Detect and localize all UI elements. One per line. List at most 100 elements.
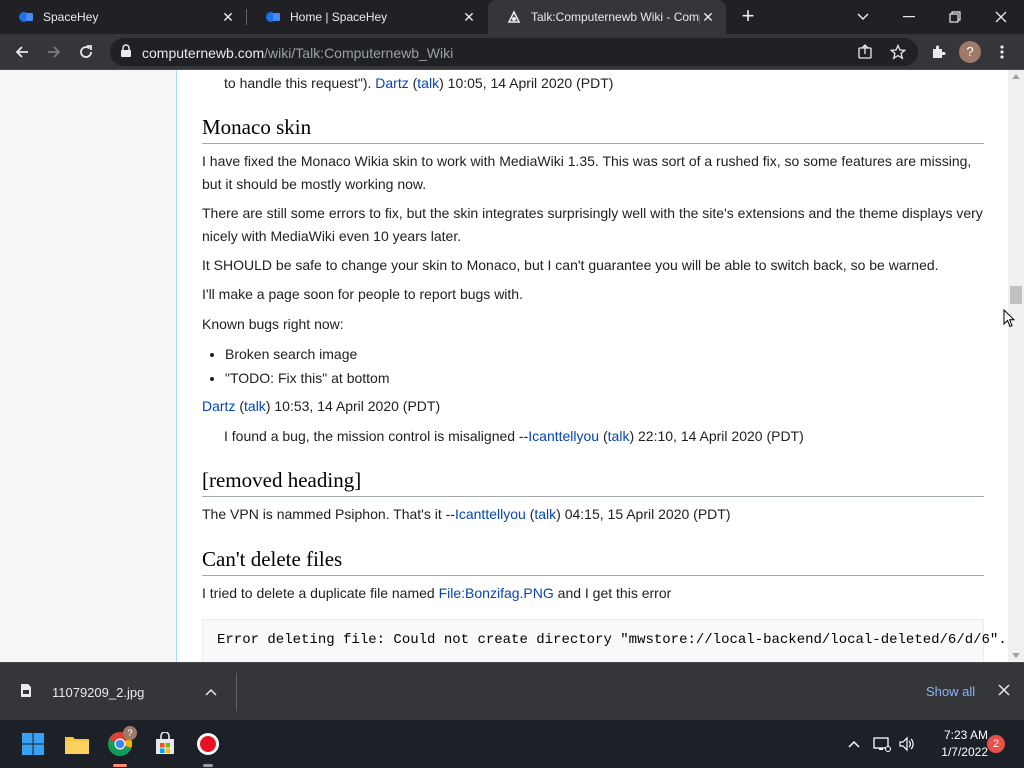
- spacehey-favicon-icon: [18, 9, 34, 25]
- paragraph: Known bugs right now:: [202, 316, 344, 332]
- paragraph-line: There are still some errors to fix, but …: [202, 205, 983, 221]
- timestamp: 10:53, 14 April 2020 (PDT): [274, 398, 441, 414]
- share-icon[interactable]: [857, 44, 873, 60]
- active-app-indicator: [113, 764, 127, 767]
- list-item: Broken search image: [225, 342, 390, 366]
- comment: The VPN is nammed Psiphon. That's it --I…: [202, 506, 731, 522]
- clock-date: 1/7/2022: [941, 745, 988, 759]
- microsoft-store-icon[interactable]: [151, 730, 179, 758]
- paragraph-text: I tried to delete a duplicate file named: [202, 585, 435, 601]
- scroll-down-arrow-icon[interactable]: [1012, 653, 1020, 658]
- known-bugs-list: Broken search image "TODO: Fix this" at …: [225, 342, 390, 390]
- windows-start-icon[interactable]: [19, 730, 47, 758]
- mouse-cursor-icon: [1003, 308, 1016, 333]
- reload-button[interactable]: [72, 38, 100, 66]
- tab-home-spacehey[interactable]: Home | SpaceHey ✕: [247, 0, 487, 34]
- scrollbar-thumb[interactable]: [1010, 286, 1022, 304]
- timestamp: 22:10, 14 April 2020 (PDT): [638, 428, 804, 444]
- volume-icon[interactable]: [896, 734, 916, 754]
- download-item[interactable]: 11079209_2.jpg: [20, 683, 144, 701]
- paragraph-text: and I get this error: [557, 585, 672, 601]
- timestamp: 10:05, 14 April 2020 (PDT): [447, 75, 614, 91]
- network-icon[interactable]: [872, 734, 892, 754]
- back-button[interactable]: [8, 38, 36, 66]
- comment-text: The VPN is nammed Psiphon. That's it --: [202, 506, 455, 522]
- error-code-block: Error deleting file: Could not create di…: [202, 619, 1007, 662]
- profile-initial: ?: [959, 41, 981, 63]
- paragraph: I'll make a page soon for people to repo…: [202, 286, 523, 302]
- paragraph-line: nicely with MediaWiki even 10 years late…: [202, 228, 462, 244]
- talk-link[interactable]: talk: [608, 428, 630, 444]
- extensions-icon[interactable]: [924, 38, 952, 66]
- user-link-icanttellyou[interactable]: Icanttellyou: [455, 506, 526, 522]
- user-link-icanttellyou[interactable]: Icanttellyou: [528, 428, 599, 444]
- lock-icon[interactable]: [120, 44, 132, 63]
- comment-text: to handle this request").: [224, 75, 372, 91]
- chevron-up-icon[interactable]: [844, 734, 864, 754]
- minimize-button[interactable]: [886, 0, 932, 34]
- file-explorer-icon[interactable]: [63, 730, 91, 758]
- download-shelf: 11079209_2.jpg Show all: [0, 662, 1024, 720]
- tab-title: Home | SpaceHey: [290, 10, 388, 24]
- user-link-dartz[interactable]: Dartz: [375, 75, 408, 91]
- close-shelf-icon[interactable]: [998, 683, 1010, 701]
- screen-recorder-icon[interactable]: [194, 730, 222, 758]
- close-tab-icon[interactable]: ✕: [461, 9, 477, 25]
- page-scrollbar[interactable]: [1008, 70, 1024, 662]
- talk-link[interactable]: talk: [417, 75, 439, 91]
- tab-spacehey[interactable]: SpaceHey ✕: [0, 0, 246, 34]
- windows-taskbar: ? 7:23 AM 1/7/2022 2: [0, 720, 1024, 768]
- talk-link[interactable]: talk: [244, 398, 266, 414]
- wiki-content: to handle this request"). Dartz (talk) 1…: [176, 70, 1008, 662]
- heading-removed: [removed heading]: [202, 467, 984, 497]
- browser-toolbar: computernewb.com/wiki/Talk:Computernewb_…: [0, 34, 1024, 70]
- show-all-button[interactable]: Show all: [926, 684, 975, 699]
- close-tab-icon[interactable]: ✕: [220, 9, 236, 25]
- download-filename: 11079209_2.jpg: [52, 684, 145, 700]
- clock-time: 7:23 AM: [943, 728, 988, 742]
- talk-link[interactable]: talk: [534, 506, 556, 522]
- tab-strip: SpaceHey ✕ Home | SpaceHey ✕ Talk:Comput…: [0, 0, 1024, 34]
- paragraph: It SHOULD be safe to change your skin to…: [202, 257, 939, 273]
- new-tab-button[interactable]: +: [736, 5, 760, 29]
- tab-title: SpaceHey: [43, 10, 99, 24]
- heading-monaco-skin: Monaco skin: [202, 114, 984, 144]
- chrome-profile-badge: ?: [123, 726, 137, 740]
- close-tab-icon[interactable]: ✕: [700, 9, 716, 25]
- running-app-indicator: [203, 764, 213, 767]
- notification-badge[interactable]: 2: [987, 735, 1005, 753]
- forward-button[interactable]: [40, 38, 68, 66]
- tab-title: Talk:Computernewb Wiki - Comp: [531, 10, 700, 24]
- chrome-taskbar-icon[interactable]: ?: [106, 726, 137, 758]
- chrome-menu-icon[interactable]: [988, 38, 1016, 66]
- shelf-divider: [236, 673, 237, 711]
- user-link-dartz[interactable]: Dartz: [202, 398, 235, 414]
- chevron-up-icon[interactable]: [205, 683, 217, 701]
- paragraph-line: I have fixed the Monaco Wikia skin to wo…: [202, 153, 972, 169]
- signature: Dartz (talk) 10:53, 14 April 2020 (PDT): [202, 398, 441, 414]
- profile-avatar[interactable]: ?: [956, 38, 984, 66]
- comment-text: I found a bug, the mission control is mi…: [224, 428, 529, 444]
- paragraph-line: but it should be mostly working now.: [202, 176, 427, 192]
- close-window-button[interactable]: [978, 0, 1024, 34]
- taskbar-clock[interactable]: 7:23 AM 1/7/2022: [926, 727, 988, 761]
- paragraph: I tried to delete a duplicate file named…: [202, 583, 671, 603]
- page-viewport: to handle this request"). Dartz (talk) 1…: [0, 70, 1024, 662]
- scroll-up-arrow-icon[interactable]: [1012, 74, 1020, 79]
- heading-cant-delete-files: Can't delete files: [202, 546, 984, 576]
- wiki-favicon-icon: [506, 9, 522, 25]
- restore-button[interactable]: [932, 0, 978, 34]
- bookmark-star-icon[interactable]: [889, 43, 907, 60]
- reply-comment: I found a bug, the mission control is mi…: [224, 428, 804, 444]
- address-bar[interactable]: computernewb.com/wiki/Talk:Computernewb_…: [110, 38, 918, 66]
- timestamp: 04:15, 15 April 2020 (PDT): [564, 506, 731, 522]
- tab-talk-computernewb[interactable]: Talk:Computernewb Wiki - Comp ✕: [488, 0, 726, 34]
- file-link[interactable]: File:Bonzifag.PNG: [439, 585, 554, 601]
- tab-search-icon[interactable]: [840, 0, 886, 34]
- spacehey-favicon-icon: [265, 9, 281, 25]
- url-path: /wiki/Talk:Computernewb_Wiki: [264, 45, 454, 61]
- url-host: computernewb.com: [142, 45, 265, 61]
- list-item: "TODO: Fix this" at bottom: [225, 366, 390, 390]
- url-text: computernewb.com/wiki/Talk:Computernewb_…: [142, 45, 453, 61]
- file-icon: [20, 683, 32, 701]
